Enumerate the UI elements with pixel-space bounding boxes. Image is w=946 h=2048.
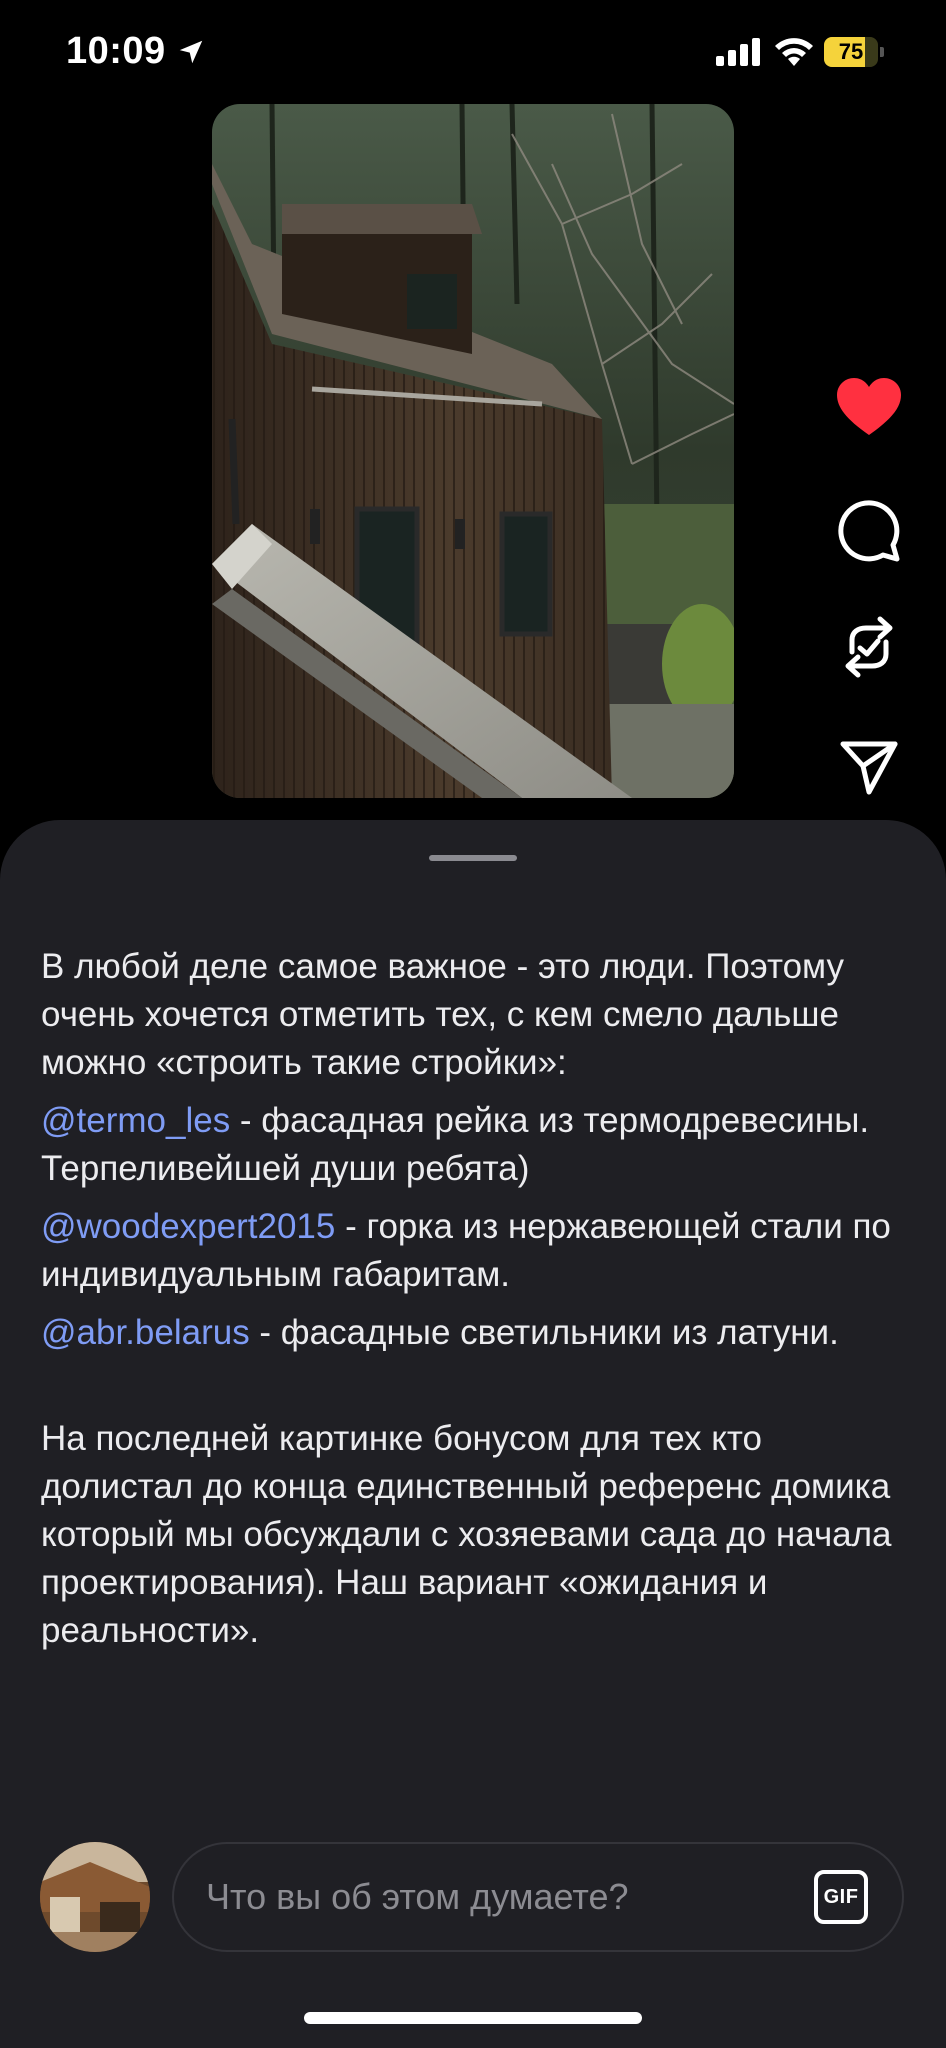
repost-button[interactable] <box>834 612 904 682</box>
heart-icon <box>837 378 901 435</box>
gif-button[interactable]: GIF <box>814 1870 868 1924</box>
battery-percentage: 75 <box>838 39 864 64</box>
user-avatar[interactable] <box>40 1842 150 1952</box>
comment-input[interactable] <box>206 1844 766 1950</box>
mention-link[interactable]: @termo_les <box>41 1101 230 1140</box>
credit-text: - фасадные светильники из латуни. <box>249 1313 839 1352</box>
cellular-signal-icon <box>716 38 760 66</box>
caption-credit: @termo_les - фасадная рейка из термодрев… <box>41 1097 911 1193</box>
home-indicator[interactable] <box>304 2012 642 2024</box>
post-photo[interactable] <box>212 104 734 798</box>
sheet-grabber[interactable] <box>429 855 517 861</box>
caption-outro: На последней картинке бонусом для тех кт… <box>41 1419 892 1650</box>
send-icon <box>840 741 898 795</box>
mention-link[interactable]: @woodexpert2015 <box>41 1207 335 1246</box>
location-arrow-icon <box>179 40 203 64</box>
comment-button[interactable] <box>834 496 904 566</box>
share-button[interactable] <box>834 733 904 803</box>
caption-credit: @abr.belarus - фасадные светильники из л… <box>41 1309 911 1357</box>
caption-intro: В любой деле самое важное - это люди. По… <box>41 947 845 1082</box>
like-button[interactable] <box>834 372 904 442</box>
status-time: 10:09 <box>66 30 166 72</box>
comment-field[interactable]: GIF <box>172 1842 904 1952</box>
wifi-icon <box>775 38 813 66</box>
battery-icon: 75 <box>824 37 884 67</box>
caption-credit: @woodexpert2015 - горка из нержавеющей с… <box>41 1203 911 1299</box>
status-bar: 10:09 75 <box>0 0 946 100</box>
post-caption: В любой деле самое важное - это люди. По… <box>41 943 911 1665</box>
comment-bubble-icon <box>838 500 900 562</box>
mention-link[interactable]: @abr.belarus <box>41 1313 250 1352</box>
repost-icon <box>845 616 893 678</box>
